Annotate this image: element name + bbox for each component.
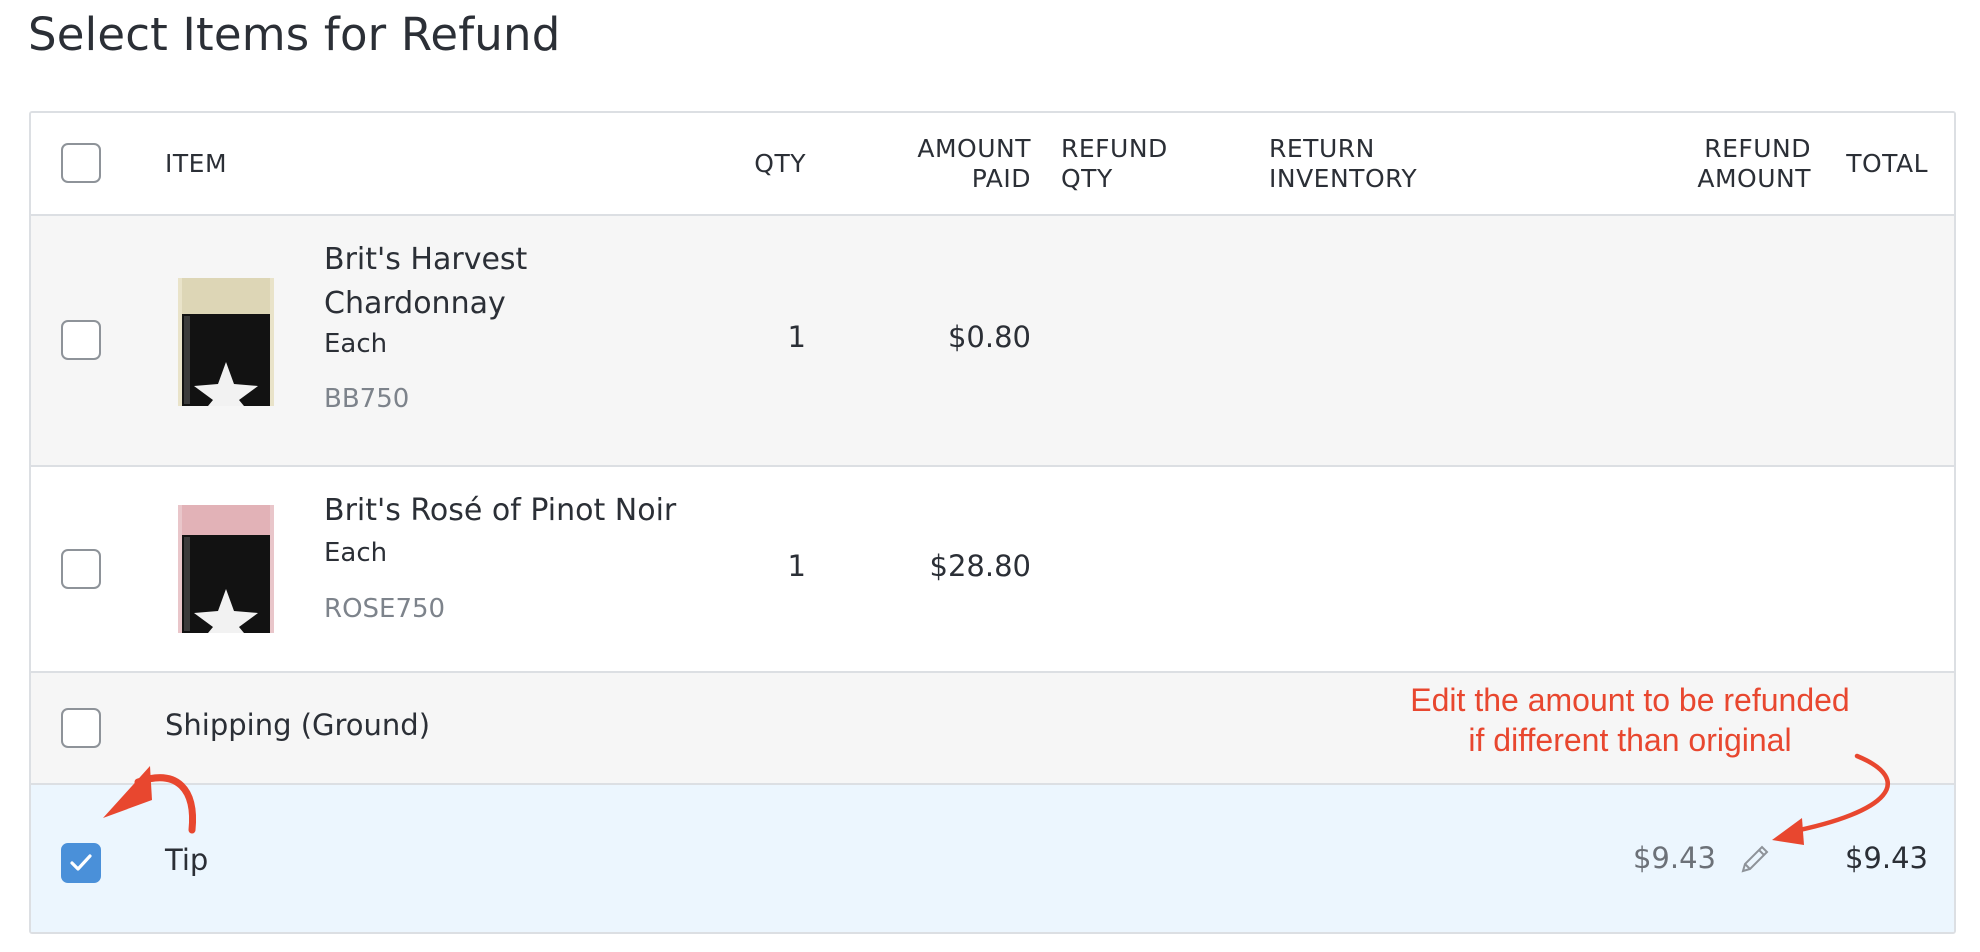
column-header-item: ITEM xyxy=(165,149,228,178)
page-title: Select Items for Refund xyxy=(28,8,561,61)
item-amount-paid: $0.80 xyxy=(947,320,1031,354)
check-icon xyxy=(70,854,92,871)
item-sku: ROSE750 xyxy=(324,594,446,624)
refund-items-table: ITEM QTY AMOUNT PAID REFUND QTY RETURN I… xyxy=(29,111,1956,934)
item-checkbox[interactable] xyxy=(61,320,101,360)
tip-row: Tip $9.43 $9.43 xyxy=(31,785,1954,932)
tip-refund-amount-input[interactable]: $9.43 xyxy=(1591,841,1716,875)
wine-bottle-thumbnail xyxy=(176,278,276,406)
table-header-row: ITEM QTY AMOUNT PAID REFUND QTY RETURN I… xyxy=(31,113,1954,216)
pencil-icon[interactable] xyxy=(1737,841,1773,877)
tip-checkbox[interactable] xyxy=(61,843,101,883)
column-header-amount-paid: AMOUNT PAID xyxy=(917,134,1031,193)
column-header-return-inventory: RETURN INVENTORY xyxy=(1269,134,1418,193)
annotation-text: Edit the amount to be refunded if differ… xyxy=(1410,682,1850,758)
item-qty: 1 xyxy=(787,549,806,583)
tip-label: Tip xyxy=(165,843,209,877)
item-name: Brit's Rosé of Pinot Noir xyxy=(324,493,677,528)
item-name: Brit's Harvest Chardonnay xyxy=(324,242,528,321)
shipping-checkbox[interactable] xyxy=(61,708,101,748)
item-sku: BB750 xyxy=(324,384,410,414)
shipping-label: Shipping (Ground) xyxy=(165,708,431,742)
table-row: Brit's Rosé of Pinot Noir Each ROSE750 1… xyxy=(31,467,1954,673)
select-all-checkbox[interactable] xyxy=(61,143,101,183)
item-qty: 1 xyxy=(787,320,806,354)
wine-bottle-thumbnail xyxy=(176,505,276,633)
column-header-refund-amount: REFUND AMOUNT xyxy=(1697,134,1811,193)
item-amount-paid: $28.80 xyxy=(929,549,1031,583)
table-row: Brit's Harvest Chardonnay Each BB750 1 $… xyxy=(31,216,1954,467)
column-header-qty: QTY xyxy=(754,149,806,178)
item-unit: Each xyxy=(324,329,388,359)
column-header-total: TOTAL xyxy=(1846,149,1928,178)
column-header-refund-qty: REFUND QTY xyxy=(1061,134,1168,193)
item-checkbox[interactable] xyxy=(61,549,101,589)
tip-total: $9.43 xyxy=(1844,841,1928,875)
item-unit: Each xyxy=(324,538,388,568)
